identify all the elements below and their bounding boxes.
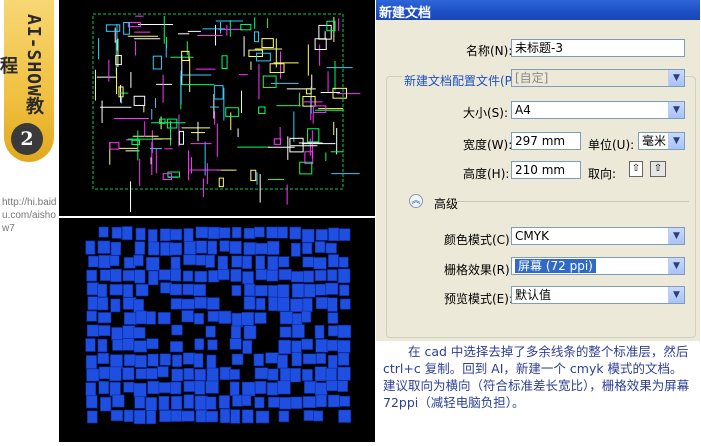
- portrait-orientation-icon[interactable]: ⇧: [629, 161, 643, 177]
- step-number: 2: [11, 123, 43, 155]
- raster-effects-select[interactable]: 屏幕 (72 ppi) ▼: [511, 257, 685, 275]
- color-mode-label: 颜色模式(C):: [444, 233, 514, 247]
- color-mode-select[interactable]: CMYK ▼: [511, 227, 685, 245]
- new-document-dialog: 新建文档 名称(N): 未标题-3 新建文档配置文件(P): [自定] ▼ 大小…: [376, 0, 700, 341]
- unit-select[interactable]: 毫米 ▼: [638, 132, 685, 150]
- size-value: A4: [515, 103, 531, 117]
- preview-mode-select[interactable]: 默认值 ▼: [511, 286, 685, 304]
- source-url: http://hi.baidu.com/aishow7: [2, 197, 57, 234]
- raster-effects-label: 栅格效果(R):: [444, 263, 514, 277]
- chevron-down-icon: ▼: [668, 287, 684, 303]
- chevron-down-icon: ▼: [668, 102, 684, 118]
- height-input[interactable]: 210 mm: [511, 161, 581, 179]
- preview-mode-label: 预览模式(E):: [444, 292, 513, 306]
- orientation-label: 取向:: [588, 167, 617, 181]
- width-label: 宽度(W):: [463, 138, 513, 152]
- advanced-label: 高级: [434, 197, 459, 211]
- profile-value: [自定]: [515, 71, 549, 85]
- cad-floorplan-lines-image: [59, 0, 375, 217]
- chevron-down-icon: ▼: [668, 133, 684, 149]
- dialog-titlebar[interactable]: 新建文档: [376, 0, 700, 21]
- size-label: 大小(S):: [463, 106, 509, 120]
- height-label: 高度(H):: [463, 167, 510, 181]
- cad-fill-drawing: [85, 226, 352, 425]
- tutorial-badge: AI-SHOW教程 2 http://hi.baidu.com/aishow7: [0, 0, 58, 443]
- landscape-orientation-icon[interactable]: ⇧: [650, 161, 666, 177]
- profile-label: 新建文档配置文件(P):: [402, 72, 523, 89]
- unit-value: 毫米: [642, 134, 667, 148]
- raster-effects-value: 屏幕 (72 ppi): [515, 259, 596, 273]
- cad-floorplan-fill-image: [59, 218, 375, 442]
- preview-mode-value: 默认值: [515, 288, 552, 302]
- advanced-separator: [454, 201, 689, 202]
- cad-lines-drawing: [92, 13, 361, 213]
- color-mode-value: CMYK: [515, 229, 549, 243]
- chevron-down-icon: ▼: [668, 258, 684, 274]
- dialog-title: 新建文档: [379, 6, 432, 21]
- name-label: 名称(N):: [466, 44, 513, 58]
- size-select[interactable]: A4 ▼: [511, 101, 685, 119]
- badge-title: AI-SHOW教程: [0, 14, 44, 116]
- page: AI-SHOW教程 2 http://hi.baidu.com/aishow7 …: [0, 0, 701, 443]
- instruction-text: 在 cad 中选择去掉了多余线条的整个标准层，然后 ctrl+c 复制。回到 A…: [383, 344, 690, 410]
- name-input[interactable]: 未标题-3: [511, 39, 685, 57]
- unit-label: 单位(U):: [588, 138, 635, 152]
- chevron-down-icon: ▼: [668, 70, 684, 86]
- width-input[interactable]: 297 mm: [511, 132, 581, 150]
- collapse-advanced-icon[interactable]: ︽: [409, 194, 423, 208]
- chevron-down-icon: ▼: [668, 228, 684, 244]
- profile-select[interactable]: [自定] ▼: [511, 69, 685, 87]
